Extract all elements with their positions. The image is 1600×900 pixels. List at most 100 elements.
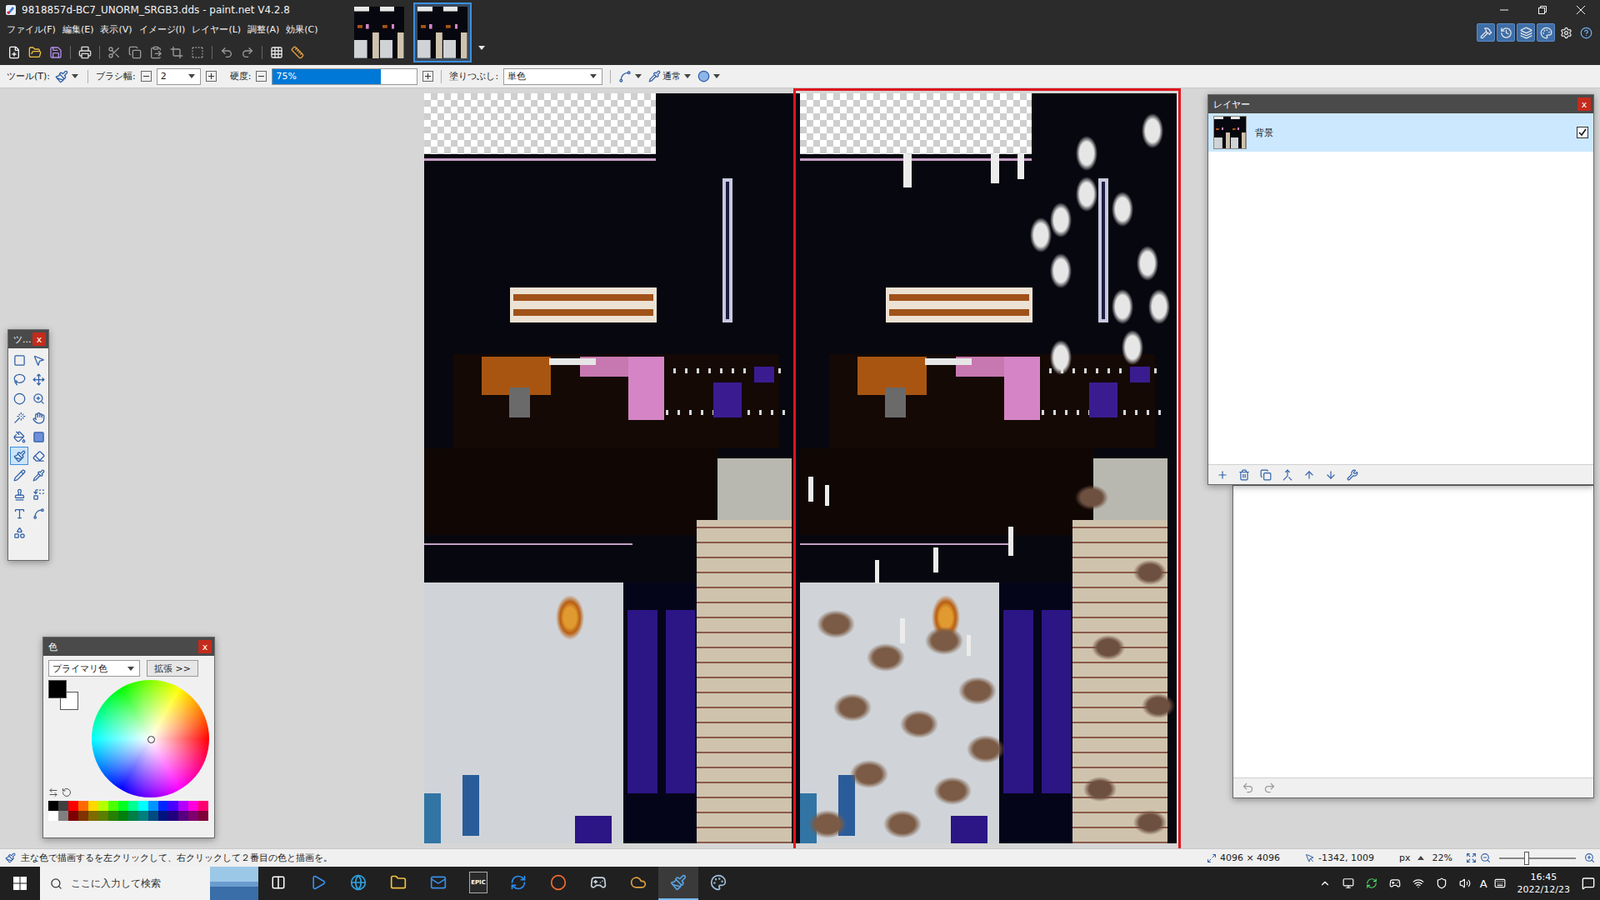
- pixel-grid-button[interactable]: [267, 43, 286, 62]
- epic-games-taskbar-button[interactable]: EPIC: [458, 866, 499, 900]
- close-button[interactable]: [1561, 0, 1600, 20]
- recolor-tool[interactable]: [29, 485, 48, 504]
- palette-swatch[interactable]: [188, 800, 199, 811]
- palette-swatch[interactable]: [148, 810, 159, 821]
- palette-swatch[interactable]: [48, 800, 59, 811]
- restore-button[interactable]: [1523, 0, 1562, 20]
- search-box[interactable]: ここに入力して検索: [40, 866, 259, 900]
- redo-button[interactable]: [238, 43, 257, 62]
- image-tab[interactable]: [413, 2, 472, 63]
- palette-swatch[interactable]: [78, 810, 89, 821]
- settings-button[interactable]: [1556, 23, 1575, 42]
- start-button[interactable]: [0, 866, 40, 900]
- layer-properties-button[interactable]: [1343, 465, 1362, 485]
- shapes-tool[interactable]: [10, 523, 29, 542]
- pencil-tool[interactable]: [10, 465, 29, 485]
- undo-button[interactable]: [217, 43, 236, 62]
- hardness-increase[interactable]: [422, 70, 434, 82]
- layers-panel-toggle[interactable]: [1516, 23, 1535, 42]
- text-tool[interactable]: [10, 504, 29, 523]
- menu-item[interactable]: ファイル(F): [3, 20, 60, 40]
- close-button[interactable]: x: [32, 332, 46, 346]
- zoom-tool[interactable]: [29, 389, 48, 408]
- keyboard-icon[interactable]: [1494, 877, 1506, 890]
- close-button[interactable]: x: [1577, 97, 1591, 111]
- image-canvas[interactable]: [424, 93, 1177, 844]
- steam-taskbar-button[interactable]: [578, 866, 619, 900]
- show-hidden-icons-button[interactable]: [1316, 875, 1334, 892]
- new-button[interactable]: [5, 43, 24, 62]
- palette-swatch[interactable]: [138, 800, 149, 811]
- blend-mode-picker[interactable]: 通常: [648, 70, 693, 83]
- color-wheel-marker[interactable]: [147, 735, 155, 744]
- menu-item[interactable]: レイヤー(L): [188, 20, 245, 40]
- notification-icon[interactable]: [1581, 876, 1595, 890]
- menu-item[interactable]: 調整(A): [244, 20, 283, 40]
- fit-to-window-icon[interactable]: [1465, 852, 1477, 864]
- zoom-slider-thumb[interactable]: [1524, 851, 1530, 865]
- hardness-slider[interactable]: 75%: [271, 68, 418, 85]
- duplicate-layer-button[interactable]: [1256, 465, 1275, 485]
- palette-swatch[interactable]: [128, 800, 139, 811]
- palette-swatch[interactable]: [138, 810, 149, 821]
- menu-item[interactable]: 表示(V): [96, 20, 135, 40]
- volume-button[interactable]: [1456, 875, 1474, 892]
- unit-selector[interactable]: px: [1399, 852, 1428, 864]
- image-tab[interactable]: [350, 2, 409, 63]
- palette-swatch[interactable]: [188, 810, 199, 821]
- network-button[interactable]: [1410, 875, 1427, 892]
- video-player-taskbar-button[interactable]: [298, 866, 339, 900]
- antialiasing-picker[interactable]: [618, 70, 644, 84]
- minimize-button[interactable]: [1485, 0, 1524, 20]
- palette-swatch[interactable]: [198, 800, 209, 811]
- file-explorer-taskbar-button[interactable]: [378, 866, 419, 900]
- palette-swatch[interactable]: [148, 800, 159, 811]
- expand-button[interactable]: 拡張 >>: [146, 660, 199, 677]
- zoom-in-icon[interactable]: [1584, 852, 1595, 864]
- magic-wand-tool[interactable]: [10, 408, 29, 427]
- save-button[interactable]: [46, 43, 65, 62]
- move-selected-tool[interactable]: [29, 350, 48, 370]
- lasso-select-tool[interactable]: [10, 370, 29, 389]
- menu-item[interactable]: 編集(E): [59, 20, 98, 40]
- color-mode-dropdown[interactable]: プライマリ色: [48, 660, 140, 677]
- paint-bucket-tool[interactable]: [10, 427, 29, 446]
- primary-color-swatch[interactable]: [48, 680, 67, 699]
- display-button[interactable]: [1340, 875, 1357, 892]
- color-picker-tool[interactable]: [29, 465, 48, 485]
- palette-swatch[interactable]: [68, 810, 79, 821]
- palette-swatch[interactable]: [158, 800, 169, 811]
- help-button[interactable]: [1576, 23, 1595, 42]
- copy-button[interactable]: [125, 43, 145, 62]
- rulers-button[interactable]: [288, 43, 307, 62]
- fill-dropdown[interactable]: 単色: [503, 68, 603, 85]
- open-button[interactable]: [25, 43, 45, 62]
- palette-swatch[interactable]: [158, 810, 169, 821]
- palette-swatch[interactable]: [88, 810, 99, 821]
- edge-browser-taskbar-button[interactable]: [338, 866, 379, 900]
- tiger-app-taskbar-button[interactable]: [618, 866, 659, 900]
- task-view-button[interactable]: [258, 866, 299, 900]
- tools-panel-toggle[interactable]: [1476, 23, 1495, 42]
- print-button[interactable]: [75, 43, 95, 62]
- reset-colors-icon[interactable]: [61, 787, 72, 798]
- hardness-decrease[interactable]: [255, 70, 267, 82]
- brush-width-decrease[interactable]: [140, 70, 152, 82]
- palette-swatch[interactable]: [98, 810, 109, 821]
- layer-visibility-checkbox[interactable]: [1576, 126, 1589, 139]
- pan-tool[interactable]: [29, 408, 48, 427]
- paste-button[interactable]: [146, 43, 165, 62]
- selection-mode-picker[interactable]: [697, 70, 722, 83]
- ubisoft-connect-taskbar-button[interactable]: [498, 866, 539, 900]
- palette-swatch[interactable]: [78, 800, 89, 811]
- colors-panel-toggle[interactable]: [1536, 23, 1555, 42]
- paint-net-taskbar-button[interactable]: [658, 866, 699, 900]
- palette-swatch[interactable]: [178, 800, 189, 811]
- clock[interactable]: 16:452022/12/23: [1512, 870, 1575, 896]
- origin-taskbar-button[interactable]: [538, 866, 579, 900]
- palette-swatch[interactable]: [68, 800, 79, 811]
- deselect-button[interactable]: [188, 43, 207, 62]
- paint-net-second-taskbar-button[interactable]: [698, 866, 739, 900]
- zoom-value[interactable]: 22%: [1432, 852, 1453, 864]
- brush-width-increase[interactable]: [205, 70, 217, 82]
